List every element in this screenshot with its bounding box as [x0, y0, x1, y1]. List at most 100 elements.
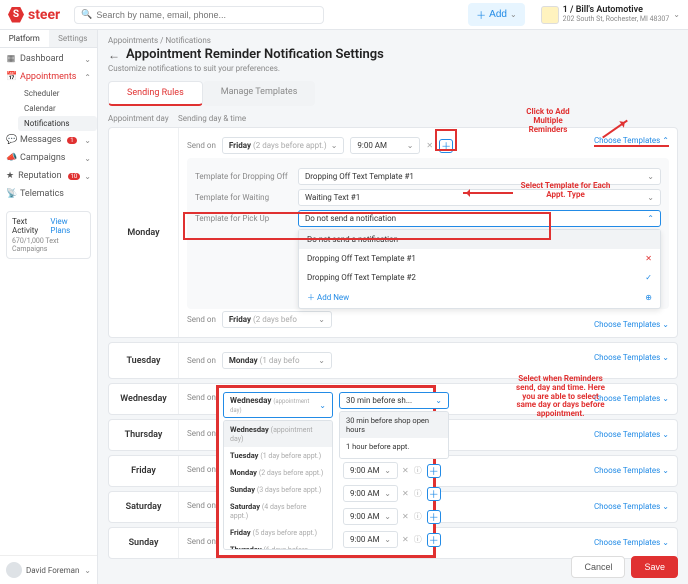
send-on-label: Send on [187, 501, 216, 510]
tab-manage-templates[interactable]: Manage Templates [203, 81, 316, 106]
chevron-down-icon: ⌄ [662, 320, 669, 329]
panel-day-select[interactable]: Wednesday (appointment day)⌄ [223, 392, 333, 418]
info-icon: ⓘ [413, 511, 423, 522]
tpl-pick-select[interactable]: Do not send a notification⌃ [298, 210, 661, 227]
nav-campaigns[interactable]: 📣Campaigns⌄ [0, 149, 97, 167]
day-block-tuesday: Tuesday Choose Templates⌄ Send on Monday … [108, 342, 678, 379]
time-select[interactable]: 9:00 AM⌄ [343, 531, 398, 548]
day-block-monday: Monday Choose Templates⌃ Send on Friday … [108, 127, 678, 338]
list-item[interactable]: Sunday (3 days before appt.) [224, 481, 332, 498]
nav-appointments[interactable]: 📅Appointments⌃ [0, 68, 97, 86]
chevron-down-icon: ⌄ [331, 141, 338, 150]
add-reminder-button[interactable]: ＋ [439, 139, 453, 153]
list-item[interactable]: 30 min before shop open hours [340, 412, 448, 438]
dd-add-new[interactable]: ＋ Add New⊕ [299, 287, 660, 308]
dd-item[interactable]: Dropping Off Text Template #2✓ [299, 268, 660, 287]
list-item[interactable]: Monday (2 days before appt.) [224, 464, 332, 481]
nav-messages[interactable]: 💬Messages1⌄ [0, 131, 97, 149]
chevron-down-icon: ⌄ [84, 55, 91, 64]
choose-templates-link[interactable]: Choose Templates⌄ [594, 394, 669, 403]
send-on-label: Send on [187, 429, 216, 438]
add-reminder-button[interactable]: ＋ [427, 510, 441, 524]
choose-templates-link[interactable]: Choose Templates⌄ [594, 320, 669, 329]
clear-icon[interactable]: ✕ [426, 141, 433, 150]
day-time-picker-overlay: Wednesday (appointment day)⌄ Wednesday (… [216, 385, 436, 558]
back-arrow-icon[interactable]: ← [108, 48, 120, 62]
dd-item[interactable]: Do not send a notification [299, 230, 660, 249]
clear-icon[interactable]: ✕ [402, 512, 409, 521]
page-title: Appointment Reminder Notification Settin… [126, 47, 384, 62]
send-on-label: Send on [187, 356, 216, 365]
list-item[interactable]: Friday (5 days before appt.) [224, 524, 332, 541]
list-item[interactable]: Thursday (6 days before appt.) [224, 541, 332, 550]
day-select[interactable]: Friday (2 days before appt.)⌄ [222, 137, 345, 154]
choose-templates-link[interactable]: Choose Templates⌄ [594, 502, 669, 511]
nav-telematics[interactable]: 📡Telematics [0, 185, 97, 203]
nav-dashboard[interactable]: ▦Dashboard⌄ [0, 50, 97, 68]
day-label: Tuesday [109, 343, 179, 378]
nav-reputation[interactable]: ★Reputation10⌄ [0, 167, 97, 185]
nav-scheduler[interactable]: Scheduler [18, 86, 97, 101]
page-subtitle: Customize notifications to suit your pre… [108, 64, 678, 73]
search-icon: 🔍 [81, 10, 92, 20]
col-sending: Sending day & time [178, 114, 246, 123]
tpl-drop-select[interactable]: Dropping Off Text Template #1⌄ [298, 168, 661, 185]
list-item[interactable]: 1 hour before appt. [340, 438, 448, 455]
list-item[interactable]: Saturday (4 days before appt.) [224, 498, 332, 524]
dd-item[interactable]: Dropping Off Text Template #1✕ [299, 249, 660, 268]
clear-icon[interactable]: ✕ [402, 535, 409, 544]
side-box-sub: 670/1,000 Text Campaigns [12, 237, 85, 253]
user-menu[interactable]: David Foreman ⌄ [0, 555, 97, 584]
nav-notifications[interactable]: Notifications [18, 116, 97, 131]
clear-icon[interactable]: ✕ [402, 489, 409, 498]
cancel-button[interactable]: Cancel [571, 556, 625, 578]
list-item[interactable]: Tuesday (1 day before appt.) [224, 447, 332, 464]
choose-templates-link[interactable]: Choose Templates⌄ [594, 430, 669, 439]
tpl-drop-label: Template for Dropping Off [195, 172, 290, 181]
side-tab-platform[interactable]: Platform [0, 30, 49, 48]
search-input-wrap[interactable]: 🔍 [74, 6, 324, 24]
chevron-down-icon: ⌄ [84, 154, 91, 163]
tab-sending-rules[interactable]: Sending Rules [108, 81, 203, 106]
view-plans-link[interactable]: View Plans [50, 217, 85, 235]
avatar [6, 562, 22, 578]
time-select[interactable]: 9:00 AM⌄ [343, 462, 398, 479]
list-item[interactable]: Wednesday (appointment day) [224, 421, 332, 447]
info-icon: ⓘ [413, 534, 423, 545]
choose-templates-link[interactable]: Choose Templates⌄ [594, 353, 669, 362]
plus-circle-icon: ⊕ [645, 293, 652, 302]
choose-templates-link[interactable]: Choose Templates⌄ [594, 538, 669, 547]
add-reminder-button[interactable]: ＋ [427, 464, 441, 478]
chevron-down-icon: ⌄ [662, 466, 669, 475]
nav-calendar[interactable]: Calendar [18, 101, 97, 116]
day-select[interactable]: Monday (1 day befo⌄ [222, 352, 332, 369]
time-select[interactable]: 9:00 AM⌄ [343, 485, 398, 502]
topbar: S steer 🔍 ＋ Add ⌄ 1 / Bill's Automotive … [0, 0, 688, 30]
chevron-down-icon: ⌄ [647, 193, 654, 202]
remove-icon[interactable]: ✕ [645, 254, 652, 263]
chevron-up-icon: ⌃ [647, 214, 654, 223]
chevron-up-icon: ⌃ [662, 136, 669, 145]
message-icon: 💬 [6, 135, 16, 145]
megaphone-icon: 📣 [6, 153, 16, 163]
choose-templates-link[interactable]: Choose Templates⌃ [594, 136, 669, 147]
chevron-down-icon: ⌄ [84, 136, 91, 145]
clear-icon[interactable]: ✕ [402, 466, 409, 475]
save-button[interactable]: Save [631, 556, 678, 578]
user-name: David Foreman [26, 566, 79, 575]
add-button[interactable]: ＋ Add ⌄ [468, 3, 525, 26]
time-select[interactable]: 9:00 AM⌄ [350, 137, 420, 154]
choose-templates-link[interactable]: Choose Templates⌄ [594, 466, 669, 475]
search-input[interactable] [96, 10, 317, 20]
chevron-down-icon: ⌄ [319, 401, 326, 410]
panel-time-select[interactable]: 30 min before sh...⌄ [339, 392, 449, 409]
location-picker[interactable]: 1 / Bill's Automotive 202 South St, Roch… [541, 6, 680, 24]
chevron-down-icon: ⌄ [662, 394, 669, 403]
day-select[interactable]: Friday (2 days befo⌄ [222, 311, 332, 328]
badge: 1 [67, 137, 76, 144]
time-select[interactable]: 9:00 AM⌄ [343, 508, 398, 525]
side-tab-settings[interactable]: Settings [49, 30, 98, 48]
add-reminder-button[interactable]: ＋ [427, 487, 441, 501]
add-reminder-button[interactable]: ＋ [427, 533, 441, 547]
send-on-label: Send on [187, 465, 216, 474]
